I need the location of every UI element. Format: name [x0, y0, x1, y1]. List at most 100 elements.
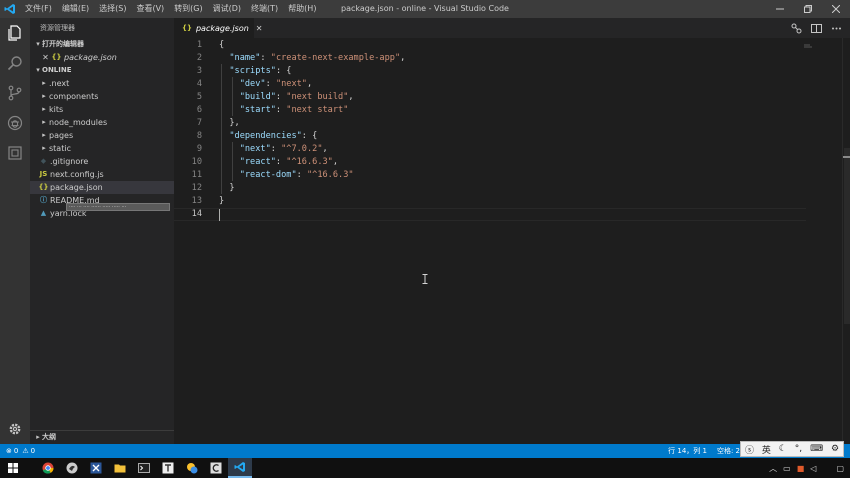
- overview-ruler-mark: [843, 156, 850, 158]
- file-type-icon: ⓘ: [40, 196, 47, 204]
- file-type-icon: JS: [39, 170, 48, 178]
- file-explorer-icon[interactable]: [108, 458, 132, 478]
- menu-item[interactable]: 转到(G): [169, 0, 207, 18]
- error-icon: ⊗: [6, 447, 12, 455]
- tree-folder[interactable]: ▸ node_modules: [30, 116, 174, 129]
- tray-volume-icon[interactable]: ◁: [810, 464, 816, 473]
- tree-folder[interactable]: ▸ static: [30, 142, 174, 155]
- punctuation-icon[interactable]: °,: [795, 444, 802, 454]
- line-number: 10: [191, 157, 202, 167]
- chevron-right-icon: ▸: [42, 79, 46, 87]
- code-line: 8 "dependencies": {: [174, 130, 814, 143]
- code-line: 5 "build": "next build",: [174, 91, 814, 104]
- menu-item[interactable]: 编辑(E): [57, 0, 94, 18]
- error-count: 0: [13, 447, 19, 455]
- activity-bar: [0, 18, 30, 444]
- ime-logo-icon[interactable]: ⓢ: [745, 443, 754, 456]
- explorer-icon[interactable]: [0, 18, 30, 48]
- outline-header[interactable]: ▸ 大纲: [30, 430, 174, 444]
- app-bird-icon[interactable]: [60, 458, 84, 478]
- close-icon[interactable]: ✕: [40, 51, 51, 64]
- app-c-icon[interactable]: [204, 458, 228, 478]
- menu-item[interactable]: 终端(T): [246, 0, 283, 18]
- search-icon[interactable]: [0, 48, 30, 78]
- code-token: : {: [301, 131, 318, 141]
- line-number: 14: [191, 209, 202, 219]
- open-changes-icon[interactable]: [786, 18, 806, 38]
- indentation[interactable]: 空格: 2: [717, 446, 740, 456]
- code-editor[interactable]: 1{2 "name": "create-next-example-app", 3 …: [174, 38, 850, 444]
- code-text: "dev": "next",: [219, 78, 312, 91]
- line-number: 12: [191, 183, 202, 193]
- code-token: ,: [348, 92, 354, 102]
- chrome-icon[interactable]: [36, 458, 60, 478]
- tree-file[interactable]: JS next.config.js: [30, 168, 174, 181]
- chevron-right-icon: ▸: [42, 105, 46, 113]
- code-text: }: [219, 195, 224, 208]
- minimize-button[interactable]: [766, 0, 794, 18]
- tray-network-icon[interactable]: ▭: [783, 464, 791, 473]
- vscode-taskbar-icon[interactable]: [228, 458, 252, 478]
- windows-start-icon[interactable]: [0, 458, 26, 478]
- ime-language[interactable]: 英: [762, 443, 771, 456]
- open-editor-item[interactable]: ✕ {} package.json: [30, 51, 174, 64]
- tab-close-icon[interactable]: ✕: [256, 24, 263, 33]
- more-actions-icon[interactable]: [826, 18, 846, 38]
- cursor-position[interactable]: 行 14，列 1: [668, 446, 707, 456]
- tree-item-label: pages: [49, 131, 74, 140]
- menu-item[interactable]: 查看(V): [131, 0, 169, 18]
- chevron-down-icon: ▾: [36, 66, 40, 74]
- text-cursor: [219, 209, 220, 221]
- code-token: "next start": [286, 105, 349, 115]
- line-number: 2: [196, 53, 202, 63]
- source-control-icon[interactable]: [0, 78, 30, 108]
- tree-folder[interactable]: ▸ components: [30, 90, 174, 103]
- vertical-scrollbar[interactable]: [842, 38, 850, 444]
- code-token: ,: [400, 53, 406, 63]
- code-token: :: [275, 92, 287, 102]
- split-editor-icon[interactable]: [806, 18, 826, 38]
- problems-indicator[interactable]: ⊗ 0 ⚠ 0: [0, 447, 35, 455]
- app-x-icon[interactable]: [84, 458, 108, 478]
- extensions-icon[interactable]: [0, 138, 30, 168]
- close-window-button[interactable]: [822, 0, 850, 18]
- menu-item[interactable]: 文件(F): [20, 0, 57, 18]
- menu-item[interactable]: 选择(S): [94, 0, 131, 18]
- tray-app-icon[interactable]: ■: [797, 464, 805, 473]
- scrollbar-thumb[interactable]: [844, 148, 850, 324]
- terminal-icon[interactable]: [132, 458, 156, 478]
- tree-folder[interactable]: ▸ .next: [30, 77, 174, 90]
- open-editors-header[interactable]: ▾ 打开的编辑器: [30, 38, 174, 51]
- notifications-icon[interactable]: ▢: [836, 464, 844, 473]
- code-text: "build": "next build",: [219, 91, 354, 104]
- moon-icon[interactable]: ☾: [779, 444, 787, 454]
- tree-file[interactable]: ◆ .gitignore: [30, 155, 174, 168]
- menu-item[interactable]: 调试(D): [208, 0, 246, 18]
- gear-icon[interactable]: ⚙: [831, 444, 839, 454]
- warning-count: 0: [30, 447, 36, 455]
- folder-header[interactable]: ▾ ONLINE: [30, 64, 174, 77]
- editor-tab-bar: {} package.json ✕: [174, 18, 850, 38]
- restore-button[interactable]: [794, 0, 822, 18]
- debug-icon[interactable]: [0, 108, 30, 138]
- keyboard-icon[interactable]: ⌨: [810, 444, 823, 454]
- code-token: "next": [275, 79, 307, 89]
- settings-gear-icon[interactable]: [0, 414, 30, 444]
- tree-item-label: node_modules: [49, 118, 108, 127]
- tree-folder[interactable]: ▸ kits: [30, 103, 174, 116]
- menu-item[interactable]: 帮助(H): [283, 0, 321, 18]
- tree-file[interactable]: {} package.json: [30, 181, 174, 194]
- outline-label: 大纲: [42, 433, 56, 441]
- code-token: "create-next-example-app": [270, 53, 401, 63]
- code-text: "react": "^16.6.3",: [219, 156, 338, 169]
- code-token: ,: [306, 79, 313, 89]
- app-weather-icon[interactable]: [180, 458, 204, 478]
- code-line: 7 },: [174, 117, 814, 130]
- tray-chevron-up-icon[interactable]: ︿: [769, 463, 777, 474]
- tree-folder[interactable]: ▸ pages: [30, 129, 174, 142]
- code-token: ,: [332, 157, 339, 167]
- tab-package-json[interactable]: {} package.json ✕: [174, 18, 262, 38]
- tree-item-label: kits: [49, 105, 64, 114]
- app-t-icon[interactable]: [156, 458, 180, 478]
